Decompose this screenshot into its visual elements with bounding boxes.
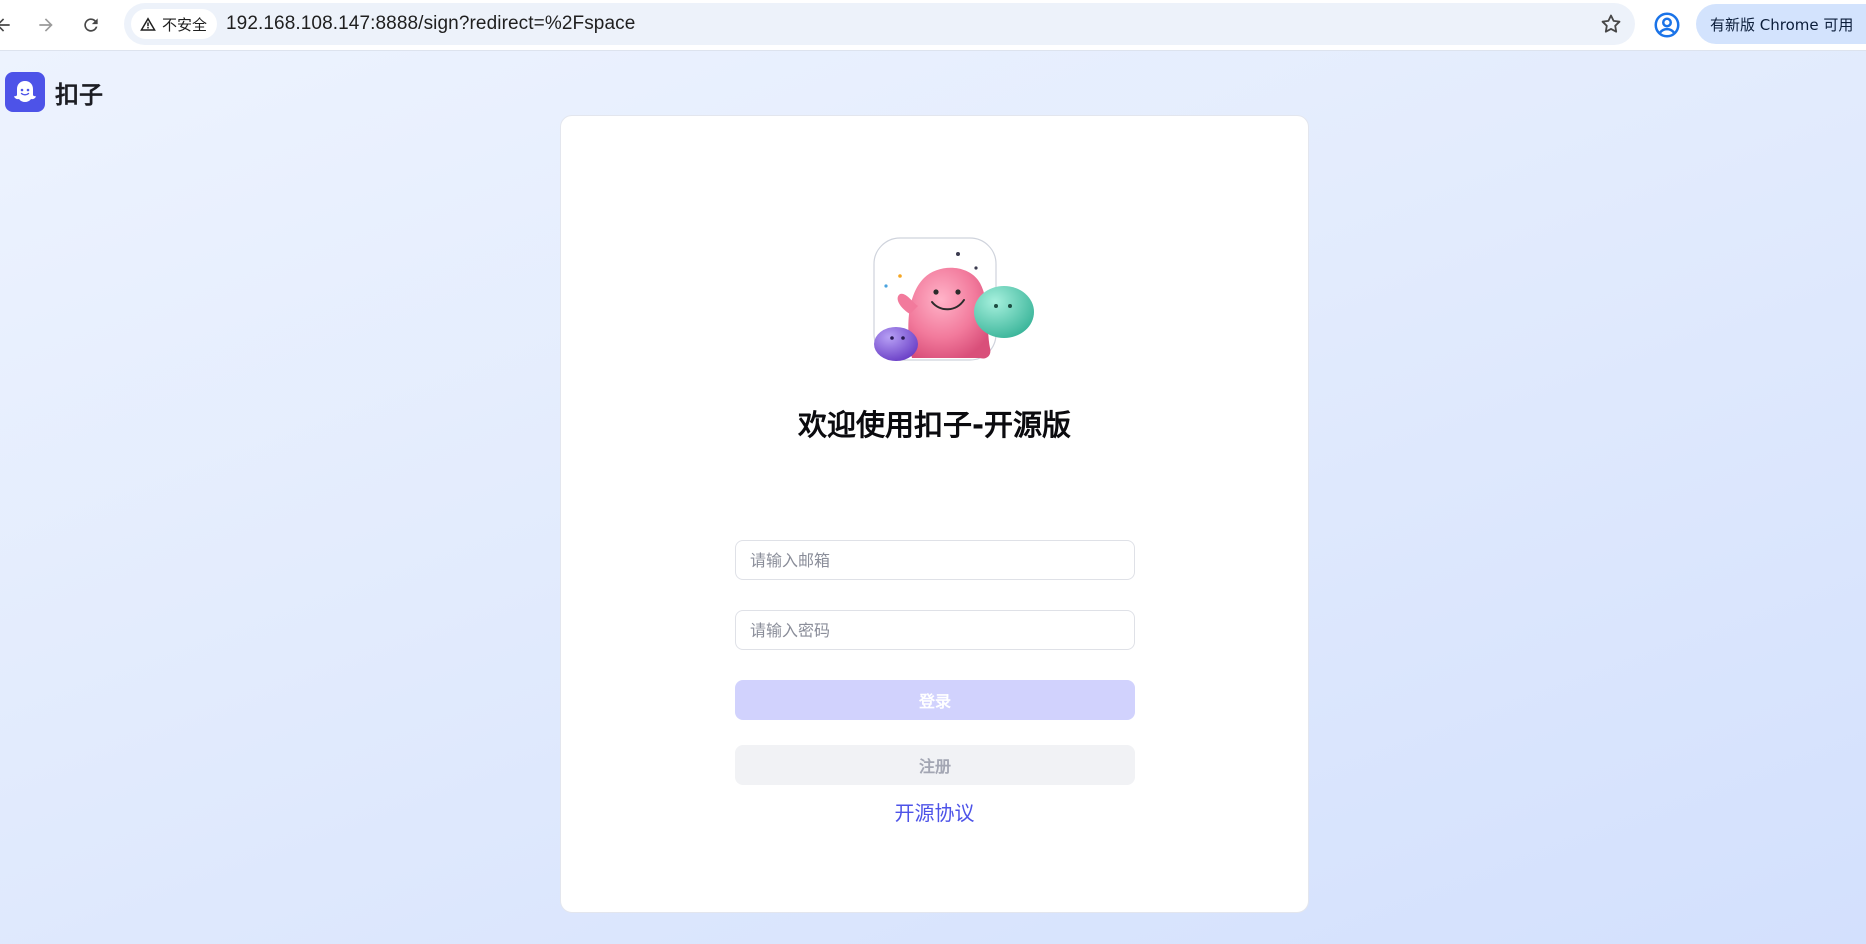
password-input[interactable] bbox=[735, 610, 1135, 650]
coze-logo-icon bbox=[5, 72, 45, 112]
security-indicator[interactable]: 不安全 bbox=[131, 9, 218, 39]
arrow-right-icon bbox=[39, 18, 53, 32]
reload-button[interactable] bbox=[74, 8, 108, 42]
mascot-illustration bbox=[873, 237, 1034, 361]
welcome-title: 欢迎使用扣子-开源版 bbox=[797, 408, 1072, 442]
profile-icon[interactable] bbox=[1652, 10, 1682, 40]
reload-icon bbox=[84, 18, 98, 32]
back-button[interactable] bbox=[0, 8, 20, 42]
brand-header[interactable]: 扣子 bbox=[5, 72, 103, 112]
forward-button[interactable] bbox=[29, 8, 63, 42]
register-button[interactable]: 注册 bbox=[735, 745, 1135, 785]
update-label: 有新版 Chrome 可用 bbox=[1710, 15, 1854, 34]
browser-toolbar: 不安全 192.168.108.147:8888/sign?redirect=%… bbox=[0, 0, 1866, 51]
address-bar[interactable]: 不安全 192.168.108.147:8888/sign?redirect=%… bbox=[124, 3, 1635, 45]
login-button[interactable]: 登录 bbox=[735, 680, 1135, 720]
email-input[interactable] bbox=[735, 540, 1135, 580]
chrome-update-button[interactable]: 有新版 Chrome 可用 bbox=[1696, 4, 1866, 44]
login-card: 欢迎使用扣子-开源版 登录 注册 开源协议 bbox=[560, 115, 1309, 913]
arrow-left-icon bbox=[0, 18, 10, 32]
mascot-logo-icon bbox=[14, 81, 36, 102]
security-label: 不安全 bbox=[162, 15, 208, 34]
page-background: 扣子 欢迎使用扣子-开源版 请输入邮箱 登录 注册 开源协议 bbox=[0, 51, 1866, 944]
url-text[interactable]: 192.168.108.147:8888/sign?redirect=%2Fsp… bbox=[226, 13, 635, 35]
brand-name: 扣子 bbox=[55, 80, 103, 109]
warning-icon bbox=[140, 17, 156, 31]
bookmark-star-icon[interactable] bbox=[1599, 12, 1623, 36]
open-source-license-link[interactable]: 开源协议 bbox=[561, 797, 1308, 826]
